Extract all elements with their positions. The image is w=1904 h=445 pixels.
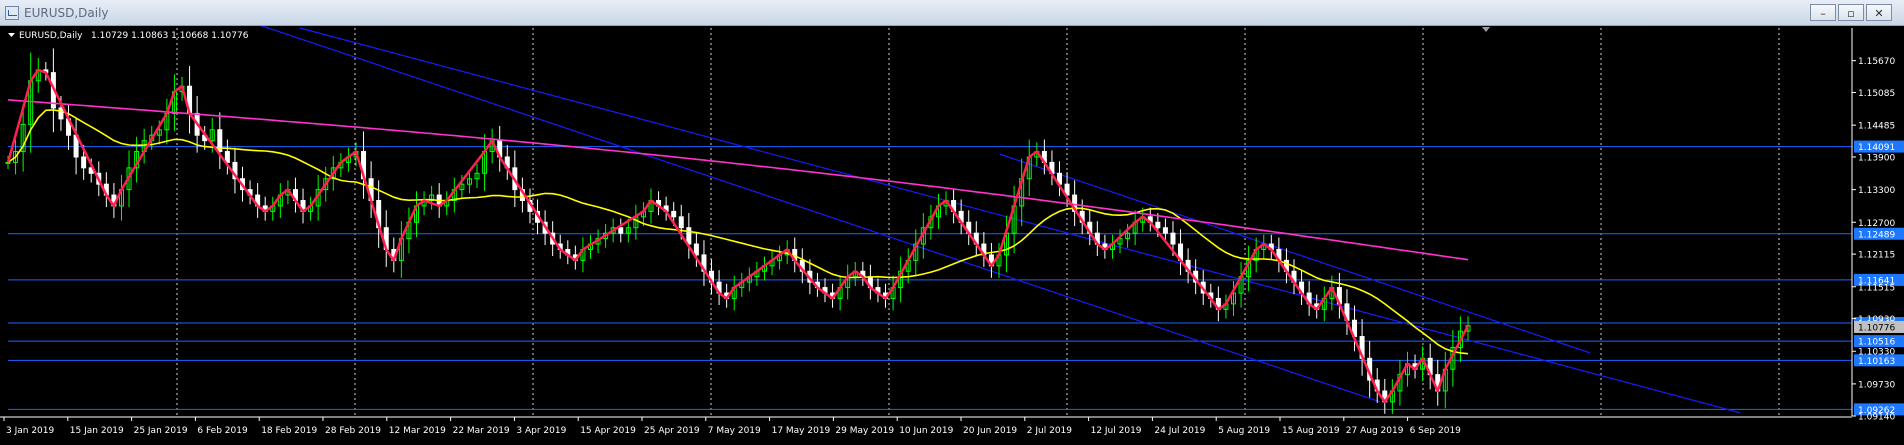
candle-body [671,210,677,218]
candle-body [5,161,11,164]
price-tick-label: 1.15670 [1858,57,1895,67]
price-tick-label: 1.10330 [1858,348,1895,358]
candle-body [1170,232,1176,245]
time-label: 20 Jun 2019 [963,426,1017,436]
candle-body [618,227,624,234]
time-label: 7 May 2019 [708,426,761,436]
window-titlebar: EURUSD,Daily – ▫ ✕ [0,0,1904,26]
price-tick-label: 1.11515 [1858,283,1895,293]
level-label: 1.14091 [1858,143,1895,153]
time-label: 2 Jul 2019 [1027,426,1072,436]
maximize-button[interactable]: ▫ [1838,4,1864,21]
window-title: EURUSD,Daily [24,6,109,20]
time-label: 25 Apr 2019 [644,426,700,436]
candle-body [693,243,699,256]
candle-body [81,156,87,169]
time-label: 17 May 2019 [772,426,831,436]
chart-window-icon [5,6,19,20]
price-tick-label: 1.12115 [1858,251,1895,261]
time-label: 22 Mar 2019 [453,426,510,436]
chart-symbol: EURUSD,Daily [19,31,83,41]
time-label: 12 Mar 2019 [389,426,446,436]
price-chart[interactable]: 1.140911.124891.116411.108491.105161.101… [0,0,1904,441]
current-price-label: 1.10776 [1858,323,1895,333]
price-tick-label: 1.15085 [1858,89,1895,99]
time-label: 28 Feb 2019 [325,426,381,436]
level-label: 1.12489 [1858,230,1895,240]
price-tick-label: 1.09140 [1858,413,1895,423]
time-label: 6 Sep 2019 [1410,426,1462,436]
chart-ohlc: 1.10729 1.10863 1.10668 1.10776 [91,31,249,41]
price-tick-label: 1.09730 [1858,380,1895,390]
time-label: 18 Feb 2019 [261,426,317,436]
time-label: 10 Jun 2019 [899,426,953,436]
time-label: 15 Aug 2019 [1282,426,1340,436]
candle-body [58,107,64,120]
time-label: 5 Aug 2019 [1218,426,1270,436]
time-label: 15 Jan 2019 [70,426,124,436]
time-label: 12 Jul 2019 [1091,426,1142,436]
time-label: 15 Apr 2019 [580,426,636,436]
candle-body [678,216,684,229]
candle-body [686,227,692,245]
level-label: 1.10163 [1858,357,1895,367]
close-button[interactable]: ✕ [1866,4,1892,21]
price-tick-label: 1.13900 [1858,153,1895,163]
candle-body [1162,227,1168,234]
time-label: 3 Jan 2019 [6,426,54,436]
chart-canvas[interactable]: 1.140911.124891.116411.108491.105161.101… [0,0,1904,441]
price-tick-label: 1.13300 [1858,186,1895,196]
level-label: 1.10516 [1858,338,1895,348]
price-tick-label: 1.14485 [1858,122,1895,132]
time-label: 29 May 2019 [835,426,894,436]
chart-header: EURUSD,Daily 1.10729 1.10863 1.10668 1.1… [8,31,249,41]
candle-body [1155,221,1161,229]
price-tick-label: 1.12700 [1858,219,1895,229]
time-label: 24 Jul 2019 [1154,426,1205,436]
time-label: 6 Feb 2019 [197,426,248,436]
time-label: 27 Aug 2019 [1346,426,1404,436]
time-label: 25 Jan 2019 [134,426,188,436]
time-label: 3 Apr 2019 [516,426,566,436]
minimize-button[interactable]: – [1810,4,1836,21]
